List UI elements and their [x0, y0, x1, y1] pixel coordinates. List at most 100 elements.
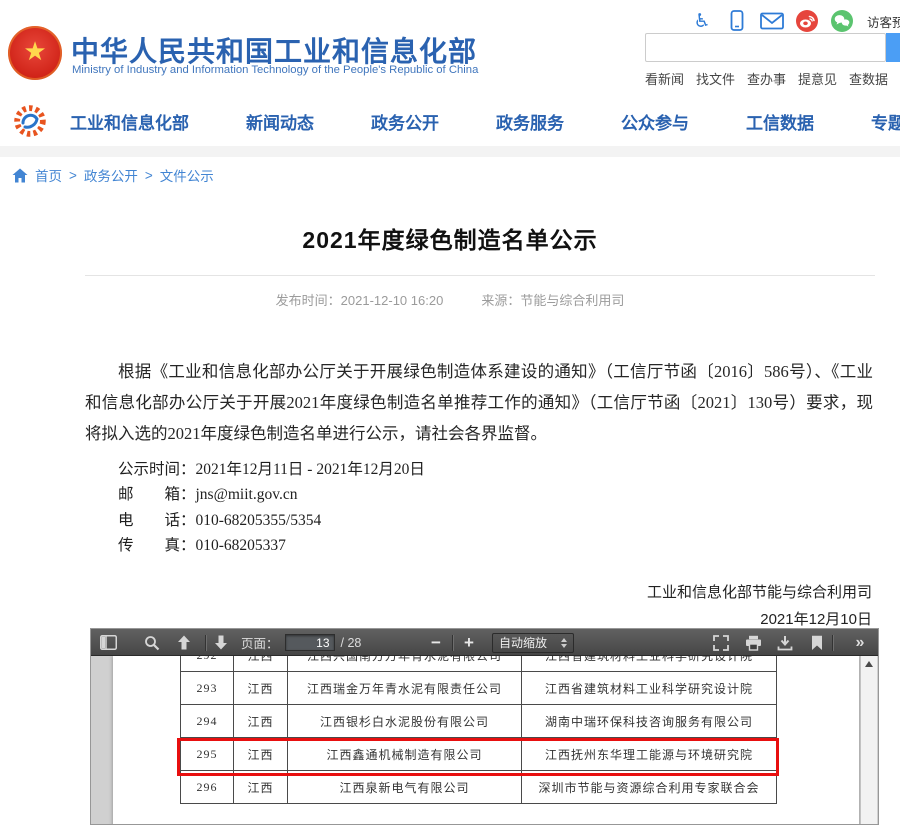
- search-input[interactable]: [645, 33, 886, 62]
- breadcrumb: 首页 > 政务公开 > 文件公示: [12, 163, 214, 187]
- breadcrumb-item[interactable]: 首页: [35, 165, 62, 185]
- accessibility-icon[interactable]: ♿: [690, 9, 714, 33]
- pdf-body: 292江西江西兴国南方万年青水泥有限公司江西省建筑材料工业科学研究设计院293江…: [91, 656, 878, 824]
- table-row: 294江西江西银杉白水泥股份有限公司湖南中瑞环保科技咨询服务有限公司: [181, 705, 777, 738]
- breadcrumb-separator: >: [69, 168, 77, 183]
- table-cell: 江西: [234, 656, 288, 672]
- pdf-page: 292江西江西兴国南方万年青水泥有限公司江西省建筑材料工业科学研究设计院293江…: [113, 656, 859, 824]
- quick-link[interactable]: 查数据: [849, 69, 888, 88]
- page-down-icon[interactable]: [211, 633, 231, 653]
- table-row: 293江西江西瑞金万年青水泥有限责任公司江西省建筑材料工业科学研究设计院: [181, 672, 777, 705]
- search-button[interactable]: [886, 33, 900, 62]
- pdf-table: 292江西江西兴国南方万年青水泥有限公司江西省建筑材料工业科学研究设计院293江…: [180, 656, 777, 804]
- signature-date: 2021年12月10日: [760, 608, 872, 629]
- pdf-scrollbar[interactable]: [860, 656, 877, 824]
- nav-item[interactable]: 政务服务: [496, 109, 564, 134]
- nav-item[interactable]: 专题: [871, 109, 900, 134]
- site-subtitle-en: Ministry of Industry and Information Tec…: [72, 64, 478, 76]
- table-cell: 296: [181, 771, 234, 804]
- table-cell: 294: [181, 705, 234, 738]
- divider-line: [85, 275, 875, 276]
- sidebar-toggle-icon[interactable]: [98, 633, 118, 653]
- quick-links: 看新闻找文件查办事提意见查数据: [645, 69, 888, 88]
- table-cell: 江西兴国南方万年青水泥有限公司: [288, 656, 522, 672]
- gold-star-icon: ★: [23, 38, 46, 64]
- table-cell: 江西省建筑材料工业科学研究设计院: [522, 672, 777, 705]
- table-cell: 江西: [234, 672, 288, 705]
- header-icon-row: ♿ 访客预约: [690, 9, 900, 33]
- toolbar-zoom-group: − + 自动缩放: [425, 629, 574, 656]
- publish-time: 发布时间：2021-12-10 16:20: [276, 290, 444, 309]
- pdf-table-body: 292江西江西兴国南方万年青水泥有限公司江西省建筑材料工业科学研究设计院293江…: [181, 656, 777, 804]
- miit-gear-logo-icon: [12, 103, 48, 139]
- contact-lines: 公示时间：2021年12月11日 - 2021年12月20日邮 箱：jns@mi…: [118, 457, 425, 558]
- scroll-up-icon: [865, 661, 873, 667]
- download-icon[interactable]: [775, 633, 795, 653]
- home-icon[interactable]: [12, 167, 28, 183]
- page-total: / 28: [341, 636, 362, 650]
- quick-link[interactable]: 找文件: [696, 69, 735, 88]
- nav-item[interactable]: 新闻动态: [246, 109, 314, 134]
- toolbar-separator: [832, 635, 833, 651]
- table-cell: 江西瑞金万年青水泥有限责任公司: [288, 672, 522, 705]
- page-number-input[interactable]: [285, 634, 335, 651]
- contact-line: 传 真：010-68205337: [118, 533, 425, 558]
- select-arrows-icon: [561, 638, 567, 648]
- toolbar-left-group: 页面： / 28: [98, 629, 365, 656]
- table-cell: 江西: [234, 771, 288, 804]
- national-emblem-logo[interactable]: ★: [8, 26, 62, 80]
- nav-item[interactable]: 工信数据: [746, 109, 814, 134]
- nav-item[interactable]: 政务公开: [371, 109, 439, 134]
- nav-item[interactable]: 公众参与: [621, 109, 689, 134]
- signature-organization: 工业和信息化部节能与综合利用司: [647, 581, 872, 602]
- breadcrumb-item[interactable]: 文件公示: [160, 165, 214, 185]
- table-cell: 深圳市节能与资源综合利用专家联合会: [522, 771, 777, 804]
- pdf-viewer: 页面： / 28 − + 自动缩放: [90, 628, 879, 825]
- table-cell: 江西省建筑材料工业科学研究设计院: [522, 656, 777, 672]
- table-row: 295江西江西鑫通机械制造有限公司江西抚州东华理工能源与环境研究院: [181, 738, 777, 771]
- main-nav: 工业和信息化部 新闻动态 政务公开 政务服务 公众参与 工信数据 专题: [0, 96, 900, 146]
- page: ★ 中华人民共和国工业和信息化部 Ministry of Industry an…: [0, 0, 900, 825]
- breadcrumb-separator: >: [145, 168, 153, 183]
- print-icon[interactable]: [743, 633, 763, 653]
- table-cell: 江西银杉白水泥股份有限公司: [288, 705, 522, 738]
- quick-link[interactable]: 查办事: [747, 69, 786, 88]
- quick-link[interactable]: 提意见: [798, 69, 837, 88]
- article-meta: 发布时间：2021-12-10 16:20 来源：节能与综合利用司: [0, 290, 900, 309]
- main-nav-items: 工业和信息化部 新闻动态 政务公开 政务服务 公众参与 工信数据 专题: [70, 96, 900, 146]
- wechat-icon[interactable]: [830, 9, 854, 33]
- bookmark-icon[interactable]: [807, 633, 827, 653]
- mobile-icon[interactable]: [725, 9, 749, 33]
- breadcrumb-item[interactable]: 政务公开: [84, 165, 138, 185]
- table-cell: 293: [181, 672, 234, 705]
- pdf-toolbar: 页面： / 28 − + 自动缩放: [91, 629, 878, 656]
- article-paragraph: 根据《工业和信息化部办公厅关于开展绿色制造体系建设的通知》（工信厅节函〔2016…: [85, 356, 873, 449]
- table-cell: 295: [181, 738, 234, 771]
- mail-icon[interactable]: [760, 9, 784, 33]
- page-title: 2021年度绿色制造名单公示: [0, 221, 900, 255]
- table-cell: 292: [181, 656, 234, 672]
- toolbar-right-group: »: [699, 629, 870, 656]
- table-cell: 江西: [234, 705, 288, 738]
- visitor-appointment-link[interactable]: 访客预约: [867, 12, 900, 31]
- nav-item[interactable]: 工业和信息化部: [70, 109, 189, 134]
- more-tools-button[interactable]: »: [850, 633, 870, 653]
- table-cell: 江西鑫通机械制造有限公司: [288, 738, 522, 771]
- quick-link[interactable]: 看新闻: [645, 69, 684, 88]
- page-up-icon[interactable]: [174, 633, 194, 653]
- table-cell: 江西抚州东华理工能源与环境研究院: [522, 738, 777, 771]
- fullscreen-icon[interactable]: [711, 633, 731, 653]
- zoom-mode-value: 自动缩放: [499, 634, 547, 651]
- toolbar-separator: [452, 635, 453, 651]
- page-label: 页面：: [241, 633, 279, 652]
- search-icon[interactable]: [142, 633, 162, 653]
- zoom-mode-select[interactable]: 自动缩放: [492, 633, 574, 653]
- source-label: 来源：节能与综合利用司: [481, 290, 624, 309]
- contact-line: 邮 箱：jns@miit.gov.cn: [118, 482, 425, 507]
- table-cell: 江西泉新电气有限公司: [288, 771, 522, 804]
- contact-line: 公示时间：2021年12月11日 - 2021年12月20日: [118, 457, 425, 482]
- weibo-icon[interactable]: [795, 9, 819, 33]
- contact-line: 电 话：010-68205355/5354: [118, 508, 425, 533]
- zoom-in-button[interactable]: +: [458, 633, 480, 653]
- zoom-out-button[interactable]: −: [425, 633, 447, 653]
